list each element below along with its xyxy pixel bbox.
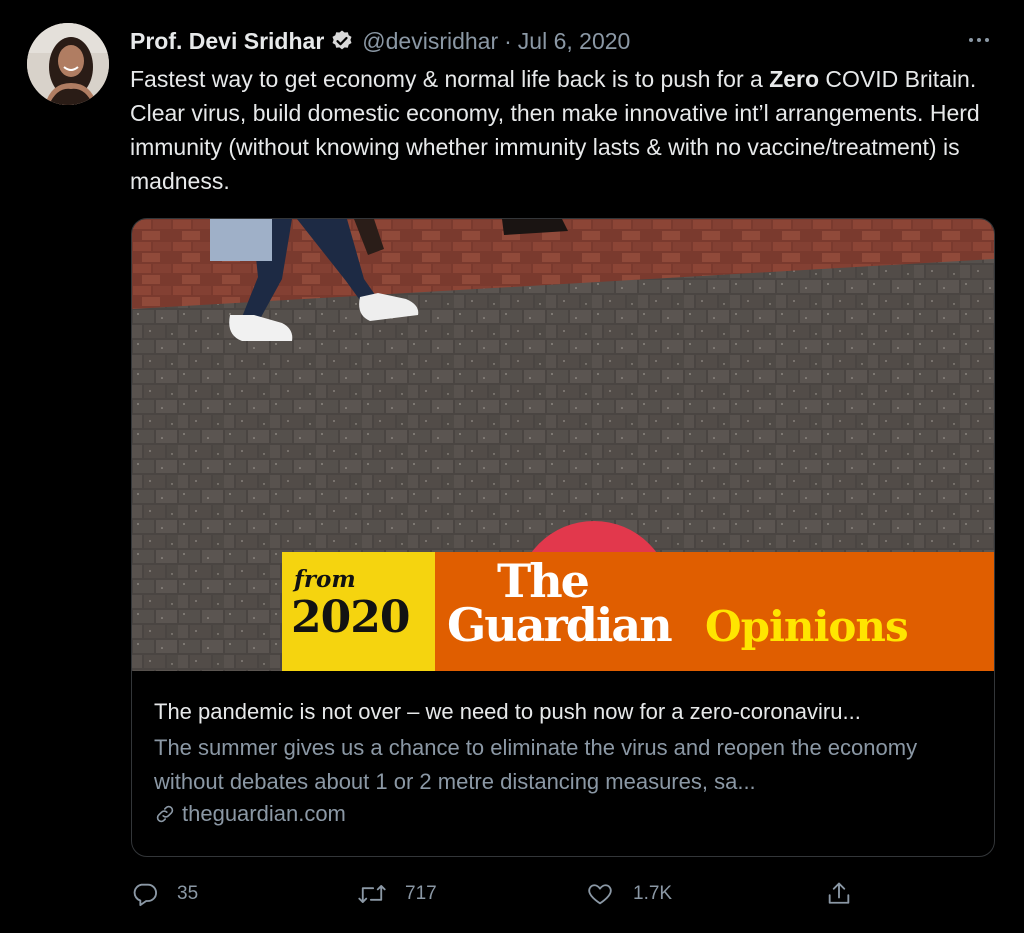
link-card[interactable]: from 2020 The Guardian Opinions The pand… <box>131 218 995 857</box>
banner-year: 2020 <box>291 592 410 643</box>
tweet: Prof. Devi Sridhar @devisridhar · Jul 6,… <box>0 0 1024 933</box>
retweet-icon <box>358 885 386 903</box>
like-button[interactable]: 1.7K <box>585 876 672 912</box>
avatar-photo <box>27 23 109 105</box>
tweet-text-part-1: Fastest way to get economy & normal life… <box>130 66 770 92</box>
author-name[interactable]: Prof. Devi Sridhar <box>130 28 324 55</box>
header-separator: · <box>504 27 512 54</box>
card-title[interactable]: The pandemic is not over – we need to pu… <box>154 697 984 727</box>
reply-icon <box>133 883 157 907</box>
card-domain[interactable]: theguardian.com <box>154 801 984 827</box>
like-count: 1.7K <box>633 883 673 904</box>
card-image[interactable]: from 2020 The Guardian Opinions <box>132 219 994 671</box>
banner-section: Opinions <box>705 602 909 651</box>
banner-brand-block: The Guardian Opinions <box>435 552 994 671</box>
retweet-button[interactable]: 717 <box>357 876 437 912</box>
tweet-header: Prof. Devi Sridhar @devisridhar · Jul 6,… <box>130 26 630 56</box>
card-description: The summer gives us a chance to eliminat… <box>154 735 918 794</box>
verified-badge-icon <box>330 29 354 53</box>
link-icon <box>156 805 174 823</box>
card-domain-text: theguardian.com <box>182 801 346 826</box>
reply-count: 35 <box>177 883 199 904</box>
heart-icon <box>588 884 612 905</box>
more-options-icon[interactable] <box>964 28 994 52</box>
tweet-text: Fastest way to get economy & normal life… <box>130 62 990 198</box>
tweet-date[interactable]: Jul 6, 2020 <box>518 28 631 55</box>
author-handle[interactable]: @devisridhar <box>362 28 498 55</box>
tweet-actions: 35 717 1.7K <box>131 876 993 912</box>
avatar[interactable] <box>27 23 109 105</box>
tweet-text-bold: Zero <box>769 66 820 92</box>
retweet-count: 717 <box>405 883 437 904</box>
share-icon <box>828 882 850 904</box>
reply-button[interactable]: 35 <box>131 876 198 912</box>
card-body: The pandemic is not over – we need to pu… <box>154 697 984 827</box>
share-button[interactable] <box>825 876 871 912</box>
banner-brand-line2: Guardian <box>447 598 673 652</box>
guardian-banner: from 2020 The Guardian Opinions <box>282 552 994 671</box>
banner-from-label: from <box>294 566 356 593</box>
banner-year-block: from 2020 <box>282 552 435 671</box>
